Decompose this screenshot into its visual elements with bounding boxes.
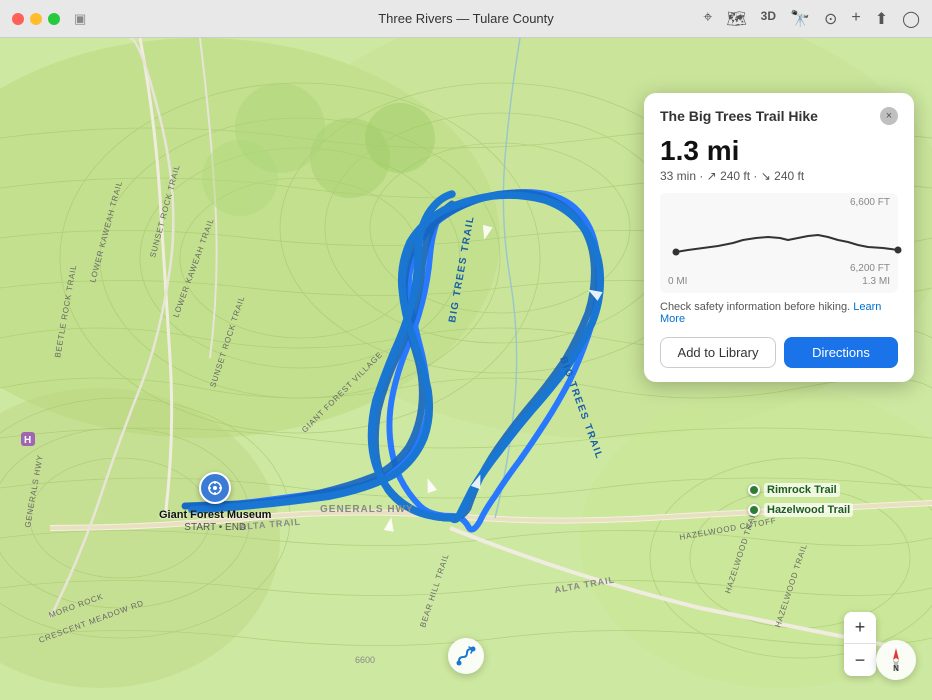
svg-text:6600: 6600 <box>355 655 375 665</box>
trail-info-card: The Big Trees Trail Hike × 1.3 mi 33 min… <box>644 93 914 382</box>
card-title: The Big Trees Trail Hike <box>660 108 818 124</box>
window-icon: ▣ <box>74 11 86 27</box>
trail-distance: 1.3 mi <box>660 135 898 167</box>
navigation-icon[interactable]: ⌖ <box>703 9 712 29</box>
share-icon[interactable]: ⬆ <box>875 9 888 29</box>
card-buttons: Add to Library Directions <box>660 337 898 368</box>
elevation-graph <box>668 210 906 260</box>
threed-icon[interactable]: 3D <box>761 9 776 29</box>
elevation-high-label: 6,600 FT <box>668 197 890 208</box>
location-name: Giant Forest Museum <box>159 508 271 522</box>
titlebar: ▣ Three Rivers — Tulare County ⌖ 🗺 3D 🔭 … <box>0 0 932 38</box>
binoculars-icon[interactable]: 🔭 <box>790 9 810 29</box>
rimrock-trail-marker[interactable]: Rimrock Trail <box>748 483 840 497</box>
zoom-in-button[interactable]: + <box>844 612 876 644</box>
directions-button[interactable]: Directions <box>784 337 898 368</box>
trail-stats: 33 min · ↗ 240 ft · ↘ 240 ft <box>660 169 898 183</box>
hazelwood-trail-label: Hazelwood Trail <box>764 503 853 517</box>
traffic-lights <box>12 13 60 25</box>
toolbar-icons: ⌖ 🗺 3D 🔭 ⊙ + ⬆ ◯ <box>703 9 920 29</box>
zoom-out-button[interactable]: − <box>844 644 876 676</box>
north-indicator[interactable]: N <box>876 640 916 680</box>
map-icon[interactable]: 🗺 <box>726 9 746 29</box>
close-card-button[interactable]: × <box>880 107 898 125</box>
window-title: Three Rivers — Tulare County <box>378 11 554 26</box>
search-icon[interactable]: ⊙ <box>824 9 837 29</box>
zoom-controls: + − <box>844 612 876 676</box>
svg-text:GENERALS HWY: GENERALS HWY <box>320 504 414 515</box>
svg-text:N: N <box>893 664 899 673</box>
distance-end: 1.3 MI <box>862 276 890 287</box>
account-icon[interactable]: ◯ <box>902 9 920 29</box>
fullscreen-window-button[interactable] <box>48 13 60 25</box>
svg-text:H: H <box>24 435 31 446</box>
elevation-chart: 6,600 FT 6,200 FT 0 MI 1.3 MI <box>660 193 898 293</box>
distance-start: 0 MI <box>668 276 687 287</box>
card-header: The Big Trees Trail Hike × <box>660 107 898 125</box>
location-marker[interactable]: Giant Forest Museum START • END <box>159 472 271 533</box>
hazelwood-trail-marker[interactable]: Hazelwood Trail <box>748 503 853 517</box>
add-icon[interactable]: + <box>851 9 860 29</box>
add-to-library-button[interactable]: Add to Library <box>660 337 776 368</box>
close-window-button[interactable] <box>12 13 24 25</box>
start-end-label: START • END <box>184 522 246 533</box>
distance-labels: 0 MI 1.3 MI <box>668 276 890 287</box>
route-icon-button[interactable] <box>448 638 484 674</box>
minimize-window-button[interactable] <box>30 13 42 25</box>
rimrock-trail-label: Rimrock Trail <box>764 483 840 497</box>
map-area[interactable]: BIG TREES TRAIL BIG TREES TRAIL GENERALS… <box>0 38 932 700</box>
elevation-low-label: 6,200 FT <box>668 263 890 274</box>
safety-text: Check safety information before hiking. … <box>660 301 898 325</box>
location-icon <box>199 472 231 504</box>
